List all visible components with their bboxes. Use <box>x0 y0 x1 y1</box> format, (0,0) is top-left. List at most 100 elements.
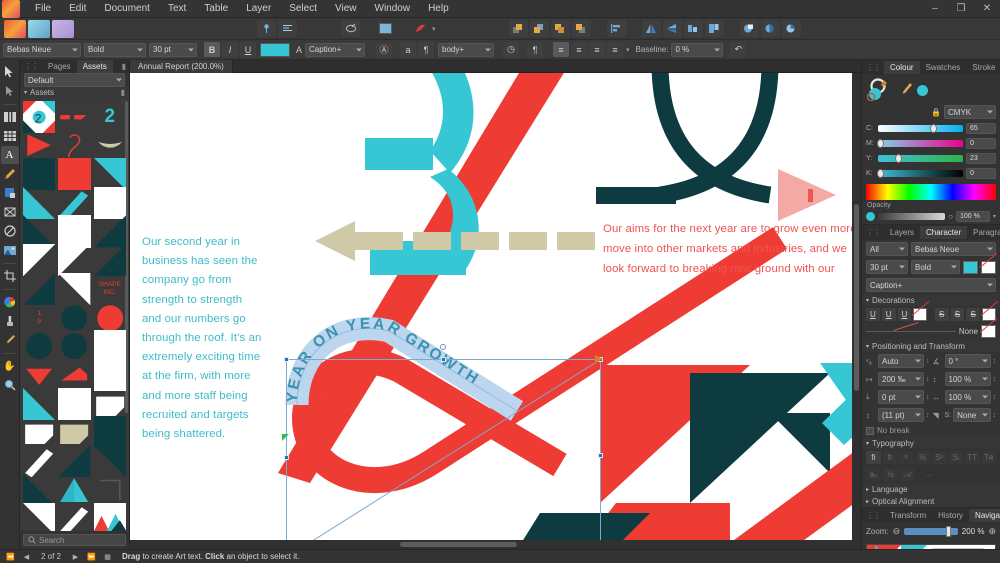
brush-dropdown-caret[interactable]: ▾ <box>432 25 436 33</box>
menu-item-select[interactable]: Select <box>280 1 326 16</box>
fill-colour-button[interactable] <box>376 20 395 37</box>
text-fill-colour-swatch[interactable] <box>260 43 290 57</box>
column-tool[interactable] <box>1 108 19 126</box>
node-tool[interactable] <box>1 82 19 100</box>
asset-item[interactable]: 2 <box>23 101 55 133</box>
tab-navigator[interactable]: Navigator <box>969 509 1000 522</box>
leading-field[interactable]: (11 pt) <box>878 408 924 422</box>
tab-transform[interactable]: Transform <box>884 509 932 522</box>
decorations-header[interactable]: ▾ Decorations <box>862 294 1000 306</box>
asset-item[interactable] <box>94 388 126 420</box>
asset-item[interactable]: 19 <box>23 302 55 334</box>
asset-item[interactable] <box>23 416 55 448</box>
underline-word-button[interactable]: U <box>882 308 896 321</box>
asset-item[interactable] <box>94 215 126 247</box>
asset-item[interactable] <box>23 129 55 161</box>
panel-grip-icon[interactable]: ⋮⋮ <box>866 63 880 72</box>
optical-alignment-header[interactable]: ▸ Optical Alignment <box>862 495 1000 507</box>
move-to-back-button[interactable] <box>572 20 591 37</box>
font-size-field[interactable]: 30 pt <box>149 43 197 57</box>
menu-item-view[interactable]: View <box>326 1 366 16</box>
opacity-reset-icon[interactable]: ○ <box>948 212 953 221</box>
colour-model-field[interactable]: CMYK <box>944 105 996 119</box>
document-canvas[interactable]: Our second year in business has seen the… <box>130 73 852 540</box>
asset-item[interactable] <box>23 158 55 190</box>
paragraph-mark-button[interactable]: ¶ <box>418 42 434 57</box>
opacity-caret-icon[interactable]: ▾ <box>993 213 996 220</box>
flip-horizontal-button[interactable] <box>642 20 661 37</box>
flip-vertical-button[interactable] <box>663 20 682 37</box>
asset-item[interactable] <box>58 474 90 506</box>
asset-item[interactable] <box>58 215 90 247</box>
pipette-tool[interactable] <box>1 331 19 349</box>
colour-picker-icon[interactable] <box>901 82 913 98</box>
asset-item[interactable] <box>58 359 90 391</box>
page-mode-icon[interactable]: ▦ <box>102 551 113 562</box>
underline-none-button[interactable] <box>913 308 927 321</box>
asset-item[interactable] <box>94 359 126 391</box>
font-style-field[interactable]: Bold <box>84 43 146 57</box>
typography-button-3[interactable]: % <box>916 451 931 464</box>
channel-value-y[interactable]: 23 <box>966 153 996 164</box>
lock-icon[interactable]: 🔒 <box>931 108 941 117</box>
zoom-value[interactable]: 200 % <box>962 527 985 536</box>
panel-menu-icon[interactable]: ▮ <box>122 62 126 71</box>
leading-stepper[interactable]: ↕ <box>926 412 930 419</box>
shear-stepper[interactable]: ↕ <box>993 412 997 419</box>
asset-item[interactable] <box>58 129 90 161</box>
document-tab[interactable]: Annual Report (200.0%) <box>130 60 233 73</box>
asset-item[interactable] <box>58 101 90 133</box>
swash-button[interactable]: 𝒜 <box>900 468 915 481</box>
maximize-button[interactable]: ❒ <box>948 0 974 18</box>
zoom-in-button[interactable]: ⊕ <box>988 526 996 537</box>
small-caps-button[interactable]: a <box>400 42 416 57</box>
language-caret-icon[interactable]: ▸ <box>866 486 869 493</box>
frame-rectangle-tool[interactable] <box>1 184 19 202</box>
asset-item[interactable] <box>94 474 126 506</box>
channel-value-k[interactable]: 0 <box>966 168 996 179</box>
assets-category-field[interactable]: Default <box>24 73 125 87</box>
paragraph-style-field[interactable]: body+ <box>438 43 494 57</box>
first-page-icon[interactable]: ⏪ <box>5 551 16 562</box>
asset-item[interactable] <box>23 445 55 477</box>
asset-item[interactable] <box>23 273 55 305</box>
character-stroke-swatch[interactable] <box>981 261 996 274</box>
asset-item[interactable] <box>23 474 55 506</box>
assets-grid[interactable]: 22SHAPEINC.19 <box>20 98 129 532</box>
tab-history[interactable]: History <box>932 509 969 522</box>
menu-item-document[interactable]: Document <box>95 1 159 16</box>
navigator-thumbnail[interactable] <box>866 544 996 549</box>
picture-frame-tool[interactable] <box>1 203 19 221</box>
baseline-field[interactable]: 0 pt <box>878 390 924 404</box>
rotation-field[interactable]: 0 ° <box>945 354 991 368</box>
zoom-out-button[interactable]: ⊖ <box>893 526 901 537</box>
horizontal-scale-stepper[interactable]: ↕ <box>993 394 997 401</box>
last-page-icon[interactable]: ⏩ <box>86 551 97 562</box>
panel-grip-icon[interactable]: ⋮⋮ <box>24 62 38 71</box>
channel-slider-m[interactable] <box>878 140 963 147</box>
body-text-right[interactable]: Our aims for the next year are to grow e… <box>603 219 852 281</box>
asset-item[interactable] <box>58 273 90 305</box>
strikethrough-double-button[interactable]: S <box>966 308 980 321</box>
hand-tool[interactable]: ✋ <box>1 357 19 375</box>
asset-item[interactable] <box>94 129 126 161</box>
character-font-style-field[interactable]: Bold <box>911 260 960 274</box>
spacing-button[interactable]: ◷ <box>503 42 519 57</box>
shear-field[interactable]: None <box>953 408 990 422</box>
channel-value-m[interactable]: 0 <box>966 138 996 149</box>
selection-handle-mr[interactable] <box>598 453 603 458</box>
tab-character[interactable]: Character <box>920 226 967 239</box>
text-style-field[interactable]: Caption+ <box>305 43 365 57</box>
channel-slider-k[interactable] <box>878 170 963 177</box>
character-font-size-field[interactable]: 30 pt <box>866 260 908 274</box>
menu-item-table[interactable]: Table <box>195 1 237 16</box>
body-text-left[interactable]: Our second year in business has seen the… <box>142 233 264 444</box>
menu-item-layer[interactable]: Layer <box>237 1 280 16</box>
typography-button-0[interactable]: fi <box>866 451 881 464</box>
asset-item[interactable] <box>23 388 55 420</box>
menu-item-text[interactable]: Text <box>159 1 195 16</box>
menu-item-window[interactable]: Window <box>366 1 420 16</box>
rotation-handle[interactable] <box>440 344 446 350</box>
crop-tool[interactable] <box>1 267 19 285</box>
typography-button-2[interactable]: ᵖ <box>899 451 914 464</box>
